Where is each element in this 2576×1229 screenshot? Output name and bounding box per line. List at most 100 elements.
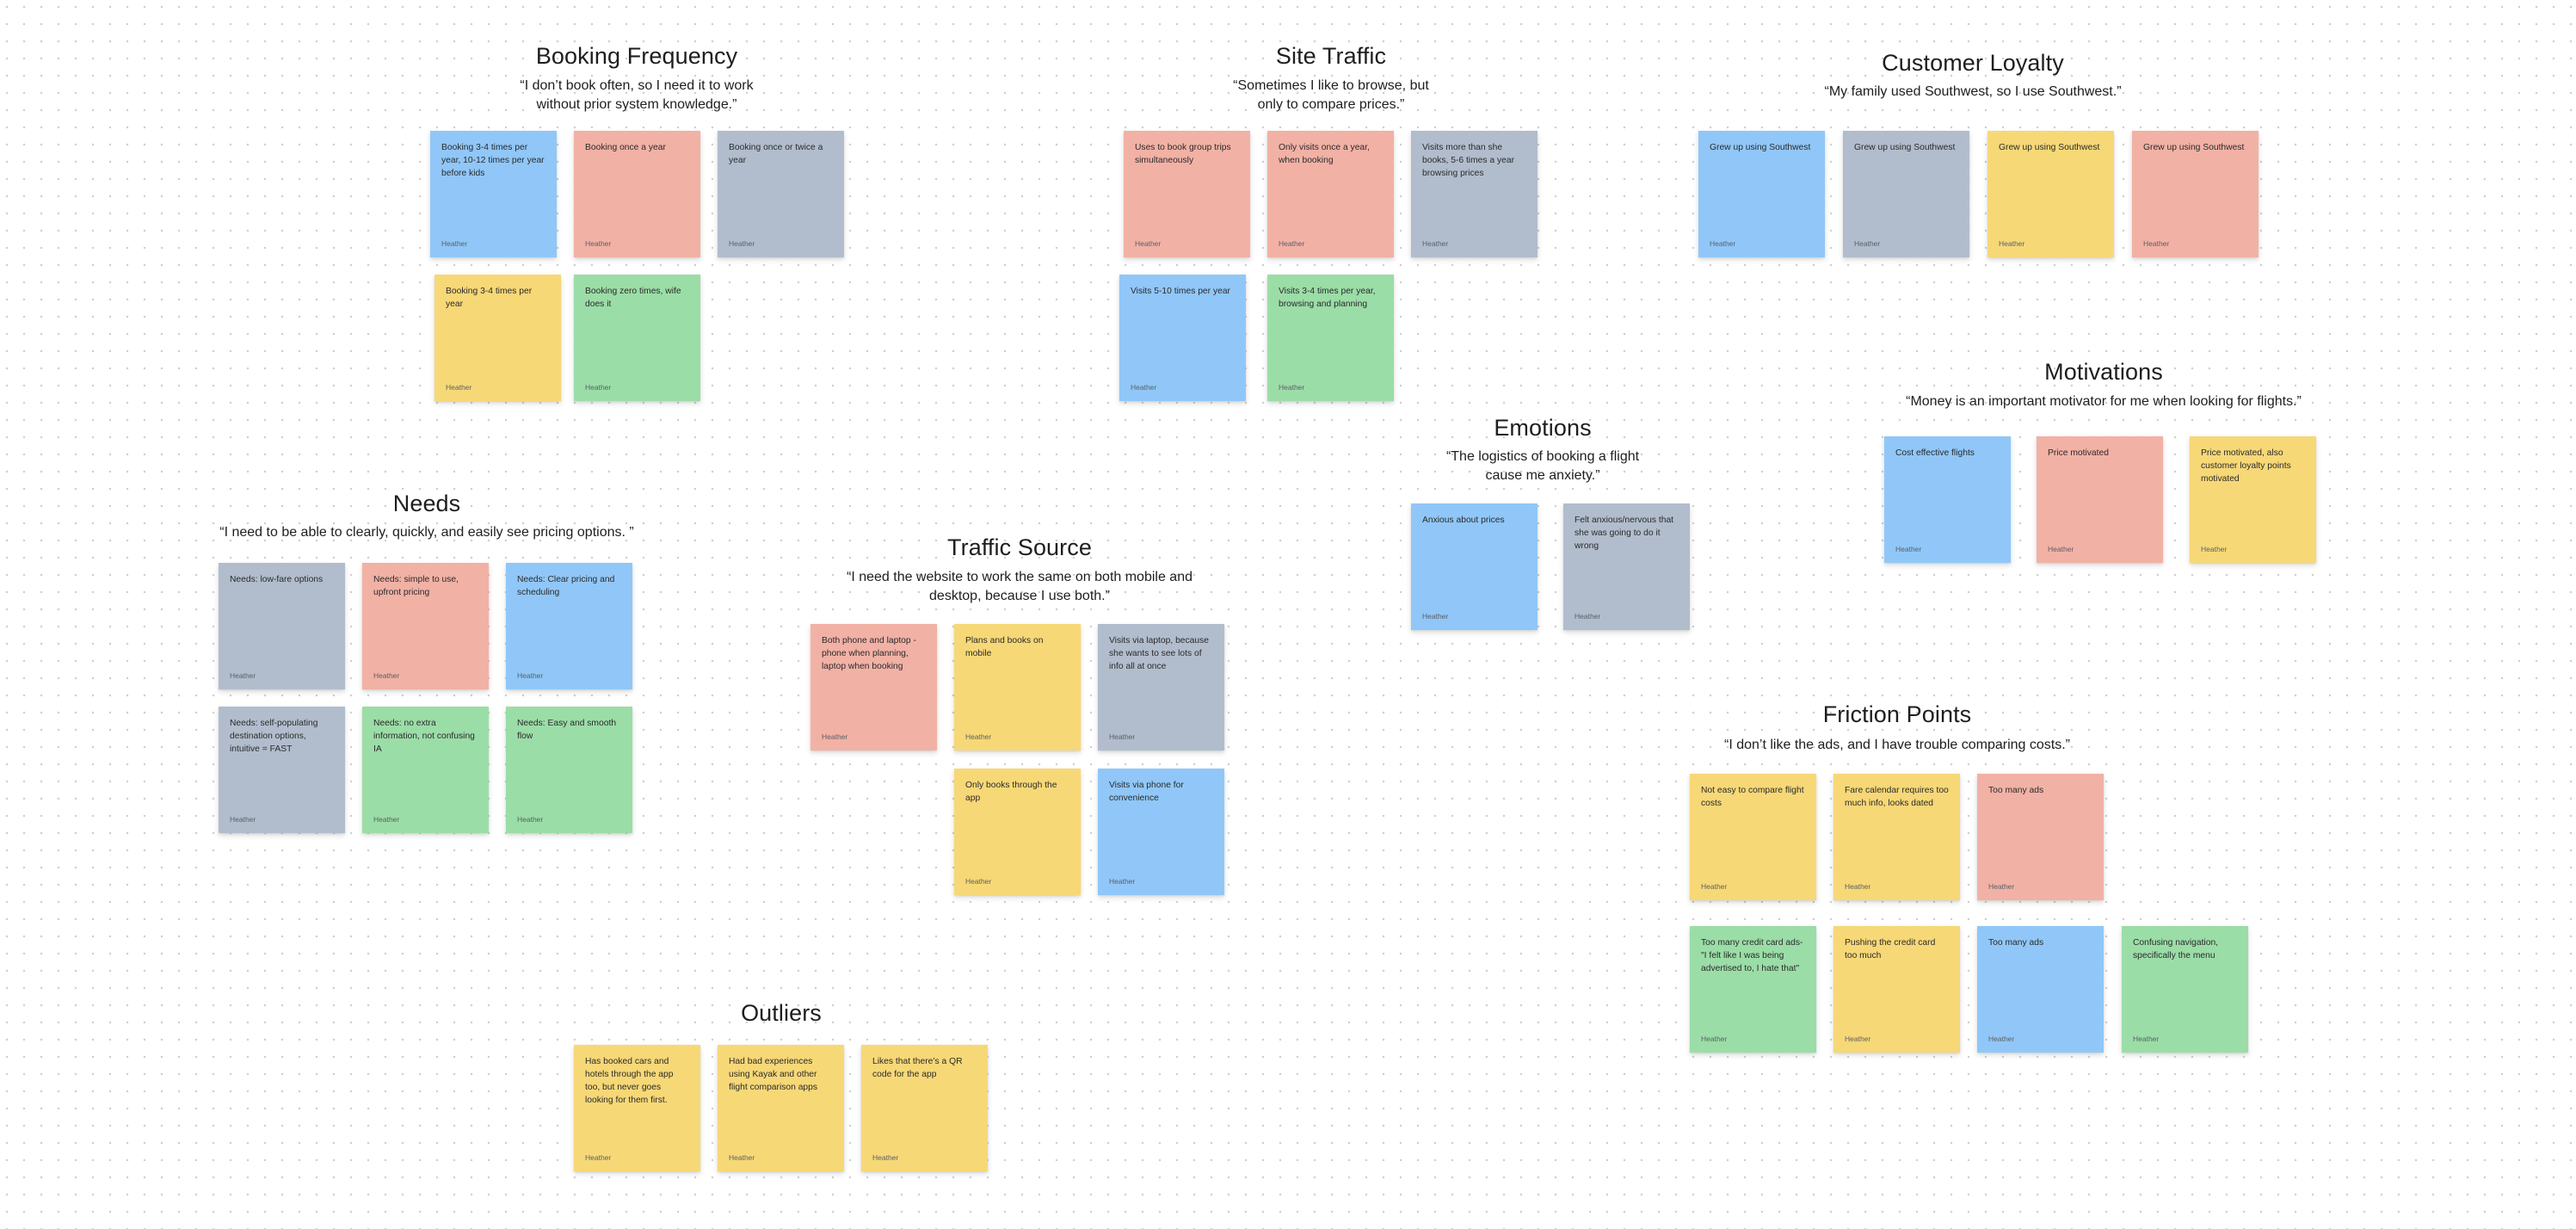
sticky-note-author: Heather: [2143, 239, 2170, 248]
sticky-note-text: Too many credit card ads- "I felt like I…: [1701, 938, 1803, 973]
sticky-note-text: Visits more than she books, 5-6 times a …: [1422, 143, 1515, 178]
sticky-note-author: Heather: [1135, 239, 1162, 248]
sticky-note[interactable]: Too many ads Heather: [1977, 774, 2104, 900]
sticky-note-author: Heather: [585, 1153, 612, 1162]
sticky-note-text: Grew up using Southwest: [1999, 143, 2100, 152]
sticky-note-author: Heather: [872, 1153, 899, 1162]
sticky-note-text: Had bad experiences using Kayak and othe…: [729, 1057, 818, 1092]
sticky-note[interactable]: Only visits once a year, when booking Hea…: [1267, 131, 1394, 257]
needs-quote[interactable]: “I need to be able to clearly, quickly, …: [203, 523, 650, 542]
sticky-note[interactable]: Booking 3-4 times per year, 10-12 times …: [430, 131, 557, 257]
sticky-note[interactable]: Needs: self-populating destination optio…: [219, 707, 345, 833]
sticky-note-author: Heather: [517, 671, 544, 680]
sticky-note-text: Anxious about prices: [1422, 516, 1505, 525]
sticky-note[interactable]: Confusing navigation, specifically the m…: [2122, 926, 2248, 1053]
sticky-note[interactable]: Needs: low-fare options Heather: [219, 563, 345, 689]
sticky-note[interactable]: Plans and books on mobile Heather: [954, 624, 1081, 750]
site-traffic-quote[interactable]: “Sometimes I like to browse, but only to…: [1228, 77, 1434, 114]
sticky-note[interactable]: Needs: Clear pricing and scheduling Heath…: [506, 563, 632, 689]
friction-points-title[interactable]: Friction Points: [1823, 701, 1972, 728]
sticky-note-text: Visits 5-10 times per year: [1131, 287, 1230, 296]
sticky-note-text: Visits via laptop, because she wants to …: [1109, 636, 1210, 671]
sticky-note-author: Heather: [585, 239, 612, 248]
sticky-note-author: Heather: [1988, 1034, 2015, 1043]
sticky-note-text: Needs: simple to use, upfront pricing: [373, 575, 459, 597]
sticky-note[interactable]: Needs: Easy and smooth flow Heather: [506, 707, 632, 833]
sticky-note-author: Heather: [1422, 612, 1449, 621]
sticky-note[interactable]: Visits 3-4 times per year, browsing and …: [1267, 275, 1394, 401]
sticky-note-author: Heather: [1845, 1034, 1871, 1043]
sticky-note-author: Heather: [1109, 732, 1136, 741]
sticky-note-text: Booking 3-4 times per year, 10-12 times …: [441, 143, 545, 178]
sticky-note-author: Heather: [2201, 545, 2228, 553]
sticky-note[interactable]: Cost effective flights Heather: [1884, 436, 2011, 563]
sticky-note[interactable]: Price motivated Heather: [2037, 436, 2163, 563]
sticky-note-author: Heather: [446, 383, 472, 392]
site-traffic-title[interactable]: Site Traffic: [1276, 42, 1386, 70]
sticky-note-text: Booking zero times, wife does it: [585, 287, 681, 309]
motivations-title[interactable]: Motivations: [2044, 358, 2163, 386]
sticky-note[interactable]: Not easy to compare flight costs Heather: [1690, 774, 1816, 900]
sticky-note[interactable]: Felt anxious/nervous that she was going …: [1563, 503, 1690, 630]
sticky-note[interactable]: Only books through the app Heather: [954, 769, 1081, 895]
sticky-note-text: Too many ads: [1988, 786, 2044, 795]
sticky-note-text: Needs: self-populating destination optio…: [230, 719, 318, 754]
booking-frequency-title[interactable]: Booking Frequency: [536, 42, 737, 70]
sticky-note-text: Has booked cars and hotels through the a…: [585, 1057, 674, 1105]
sticky-note-text: Fare calendar requires too much info, lo…: [1845, 786, 1949, 808]
sticky-note-author: Heather: [373, 671, 400, 680]
sticky-note-text: Needs: low-fare options: [230, 575, 324, 584]
sticky-note[interactable]: Grew up using Southwest Heather: [1698, 131, 1825, 257]
sticky-note[interactable]: Booking 3-4 times per year Heather: [434, 275, 561, 401]
traffic-source-title[interactable]: Traffic Source: [947, 534, 1092, 561]
sticky-note-text: Needs: Easy and smooth flow: [517, 719, 617, 741]
sticky-note[interactable]: Booking zero times, wife does it Heather: [574, 275, 700, 401]
sticky-note-author: Heather: [1854, 239, 1881, 248]
sticky-note[interactable]: Visits 5-10 times per year Heather: [1119, 275, 1246, 401]
sticky-note[interactable]: Too many credit card ads- "I felt like I…: [1690, 926, 1816, 1053]
outliers-title[interactable]: Outliers: [741, 999, 822, 1027]
sticky-note-text: Cost effective flights: [1895, 448, 1975, 458]
sticky-note[interactable]: Has booked cars and hotels through the a…: [574, 1045, 700, 1171]
sticky-note-author: Heather: [729, 239, 755, 248]
booking-frequency-quote[interactable]: “I don’t book often, so I need it to wor…: [516, 77, 757, 114]
sticky-note-text: Grew up using Southwest: [2143, 143, 2245, 152]
customer-loyalty-title[interactable]: Customer Loyalty: [1882, 49, 2064, 77]
sticky-note[interactable]: Anxious about prices Heather: [1411, 503, 1538, 630]
sticky-note[interactable]: Uses to book group trips simultaneously H…: [1124, 131, 1250, 257]
motivations-quote[interactable]: “Money is an important motivator for me …: [1880, 392, 2327, 411]
sticky-note[interactable]: Had bad experiences using Kayak and othe…: [718, 1045, 844, 1171]
sticky-note[interactable]: Visits more than she books, 5-6 times a …: [1411, 131, 1538, 257]
sticky-note[interactable]: Both phone and laptop - phone when plann…: [810, 624, 937, 750]
emotions-title[interactable]: Emotions: [1494, 414, 1591, 442]
sticky-note-author: Heather: [1710, 239, 1736, 248]
sticky-note[interactable]: Likes that there’s a QR code for the app…: [861, 1045, 988, 1171]
sticky-note[interactable]: Needs: no extra information, not confusi…: [362, 707, 489, 833]
sticky-note-text: Price motivated, also customer loyalty p…: [2201, 448, 2291, 484]
sticky-note-author: Heather: [729, 1153, 755, 1162]
sticky-note[interactable]: Fare calendar requires too much info, lo…: [1833, 774, 1960, 900]
sticky-note-author: Heather: [1895, 545, 1922, 553]
sticky-note[interactable]: Booking once or twice a year Heather: [718, 131, 844, 257]
sticky-note[interactable]: Grew up using Southwest Heather: [1987, 131, 2114, 257]
sticky-note-text: Both phone and laptop - phone when plann…: [822, 636, 916, 671]
sticky-note-text: Only books through the app: [965, 781, 1057, 803]
sticky-note-author: Heather: [517, 815, 544, 824]
sticky-note[interactable]: Pushing the credit card too much Heather: [1833, 926, 1960, 1053]
sticky-note[interactable]: Grew up using Southwest Heather: [1843, 131, 1969, 257]
needs-title[interactable]: Needs: [393, 490, 461, 517]
sticky-note-text: Visits via phone for convenience: [1109, 781, 1184, 803]
customer-loyalty-quote[interactable]: “My family used Southwest, so I use Sout…: [1792, 83, 2154, 102]
sticky-note-author: Heather: [441, 239, 468, 248]
sticky-note[interactable]: Booking once a year Heather: [574, 131, 700, 257]
friction-points-quote[interactable]: “I don’t like the ads, and I have troubl…: [1708, 736, 2086, 755]
sticky-note[interactable]: Price motivated, also customer loyalty p…: [2190, 436, 2316, 563]
sticky-note[interactable]: Needs: simple to use, upfront pricing Hea…: [362, 563, 489, 689]
sticky-note[interactable]: Too many ads Heather: [1977, 926, 2104, 1053]
emotions-quote[interactable]: “The logistics of booking a flight cause…: [1439, 448, 1646, 485]
sticky-note-author: Heather: [965, 732, 992, 741]
sticky-note[interactable]: Visits via phone for convenience Heather: [1098, 769, 1224, 895]
sticky-note[interactable]: Grew up using Southwest Heather: [2132, 131, 2259, 257]
traffic-source-quote[interactable]: “I need the website to work the same on …: [839, 568, 1200, 606]
sticky-note[interactable]: Visits via laptop, because she wants to …: [1098, 624, 1224, 750]
